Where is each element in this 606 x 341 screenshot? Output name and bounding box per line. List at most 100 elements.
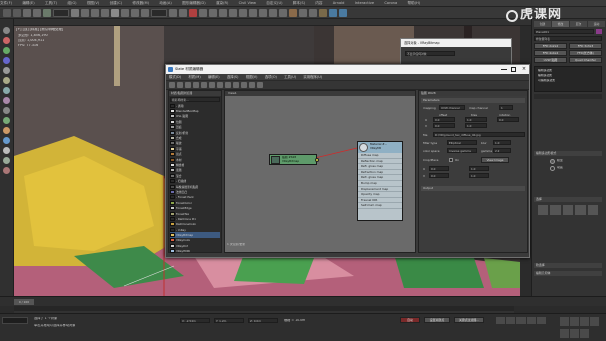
window-crossing-icon[interactable] [101,8,109,17]
tab-hierarchy[interactable]: 层次 [570,21,587,27]
z-coord[interactable]: Z: 0.0m [248,318,278,323]
quad-chamfer-button[interactable]: Quad Chamfer [569,57,602,63]
menu-customize[interactable]: 自定义(U) [266,0,282,6]
time-slider[interactable]: 0 / 100 [0,296,606,306]
y-coord[interactable]: Y: 1.2m [214,318,244,323]
tab-motion[interactable]: 运动 [588,21,605,27]
filter-dropdown[interactable]: Elliptical [447,140,477,145]
minimize-icon[interactable] [500,66,508,73]
menu-view[interactable]: 视图(V) [87,0,99,6]
rect-region-icon[interactable] [91,8,99,17]
go-end-icon[interactable] [536,317,547,324]
placement-icon[interactable] [141,8,149,17]
orbit-icon[interactable] [570,328,579,338]
offset-u-field[interactable]: 0.0 [433,117,455,122]
rollout-selection[interactable]: 选择 [534,197,602,202]
slate-menu-view[interactable]: 视图(V) [246,74,258,80]
show-map-icon[interactable] [209,82,215,88]
layout-children-icon[interactable] [233,82,239,88]
map-channel-field[interactable]: 1 [499,105,513,110]
h-crop-field[interactable]: 1.0 [469,173,489,178]
animate-radio[interactable] [550,166,555,171]
layout-icon[interactable] [225,82,231,88]
spinner-snap-icon[interactable] [219,8,227,17]
scene-explorer-icon[interactable] [3,67,10,74]
blur-field[interactable]: 1.0 [493,140,511,145]
play-icon[interactable] [516,317,526,324]
object-name-field[interactable]: Plane001 [534,29,594,34]
move-icon[interactable] [111,8,119,17]
stack-item-1[interactable]: 编辑多边形 [538,69,552,72]
next-frame-icon[interactable] [526,317,536,324]
rotate-icon[interactable] [121,8,129,17]
material-editor-icon[interactable] [289,8,297,17]
viewport-label[interactable]: [+] [顶] [标准] [默认明暗处理] [16,28,63,32]
menu-modifiers[interactable]: 修改器(M) [132,0,149,6]
menu-help[interactable]: 帮助(H) [407,0,420,6]
key-filters-button[interactable]: 关键点过滤器... [454,317,484,323]
selection-filter-dropdown[interactable] [53,8,69,17]
redo-icon[interactable] [13,8,21,17]
menu-edit[interactable]: 编辑(E) [22,0,34,6]
reference-coord-dropdown[interactable] [151,8,167,17]
undo-icon[interactable] [3,8,11,17]
object-paint-icon[interactable] [3,37,10,44]
border-icon[interactable] [562,205,574,215]
close-icon[interactable]: × [520,66,528,73]
scale-icon[interactable] [131,8,139,17]
tab-create[interactable]: 创建 [534,21,551,27]
menu-content[interactable]: 内容 [315,0,322,6]
slate-menu-tools[interactable]: 工具(U) [284,74,296,80]
maximize-viewport-icon[interactable] [580,328,589,338]
vertex-icon[interactable] [538,205,549,215]
curve-editor-icon[interactable] [269,8,277,17]
slate-menu-material[interactable]: 材质(M) [188,74,200,80]
slate-menu-modes[interactable]: 模式(D) [169,74,181,80]
tiles-u-field[interactable]: 1.0 [465,117,487,122]
keyboard-shortcut-icon[interactable] [179,8,187,17]
bitmap-node[interactable]: 贴图 #628 VRayBitmap [269,154,319,165]
menu-civil-view[interactable]: Civil View [239,0,256,6]
zoom-extents-icon[interactable] [580,317,589,326]
rollout-edit-poly-mode[interactable]: 编辑多边形模式 [534,151,602,156]
parameter-editor-icon[interactable] [249,82,255,88]
render-frame-icon[interactable] [309,8,317,17]
u-crop-field[interactable]: 0.0 [429,166,449,171]
ffd222-button[interactable]: FFD 2x2x2 [534,43,567,49]
material-slot[interactable]: Self-illum map [358,203,402,209]
stack-item-3[interactable]: 可编辑多边形 [538,79,555,82]
fov-icon[interactable] [590,317,599,326]
space-warp-icon[interactable] [3,107,10,114]
vray-frame-icon[interactable] [339,8,347,17]
offset-v-field[interactable]: 0.0 [433,123,455,128]
view-image-button[interactable]: View Image [481,157,509,163]
material-node[interactable]: Material #... VRayMtl Diffuse map Reflect… [357,141,403,221]
snap-toggle-icon[interactable] [189,8,197,17]
go-start-icon[interactable] [496,317,506,324]
vray-camera-icon[interactable] [3,137,10,144]
slate-menu-select[interactable]: 选择(S) [227,74,239,80]
node-view[interactable]: View1 贴图 #628 VRayBitmap Material #... V… [224,90,416,253]
stack-item-2[interactable]: 编辑多边形 [538,74,552,77]
browser-toggle-icon[interactable] [241,82,247,88]
camera-icon[interactable] [3,87,10,94]
file-path-field[interactable]: D:\3D\ground_tex_diffuse_4K.jpg [433,132,525,137]
maximize-icon[interactable] [510,66,518,73]
browser-item[interactable]: VRayHDRI [170,249,220,254]
rollout-parameters[interactable]: Parameters [421,98,525,103]
color-space-dropdown[interactable]: Inverse gamma [447,148,477,153]
helper-icon[interactable] [3,97,10,104]
link-icon[interactable] [23,8,31,17]
v-crop-field[interactable]: 0.0 [429,173,449,178]
selection-icon[interactable] [3,57,10,64]
menu-group[interactable]: 组(G) [67,0,76,6]
rotation-field[interactable]: 0.0 [497,117,519,122]
delete-icon[interactable] [193,82,199,88]
angle-snap-icon[interactable] [199,8,207,17]
uvw-map-button[interactable]: UVW 贴图 [534,57,567,63]
ffd444-button[interactable]: FFD 4x4x4 [534,50,567,56]
element-icon[interactable] [587,205,599,215]
move-children-icon[interactable] [201,82,207,88]
mapping-dropdown[interactable]: UVW channel [439,105,465,110]
bitmap-output-socket[interactable] [315,158,319,162]
